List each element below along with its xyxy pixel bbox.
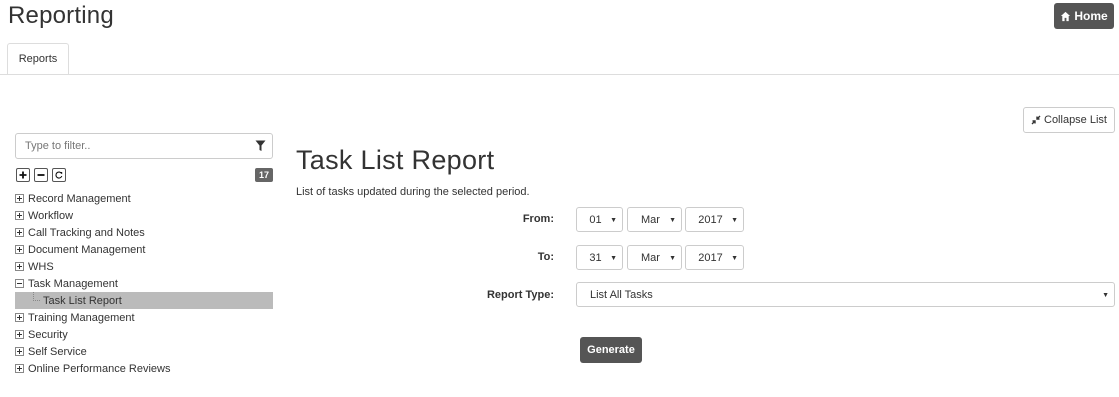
tree-item-label: Training Management (28, 311, 135, 324)
expand-icon[interactable] (15, 313, 24, 322)
to-day-value: 31 (589, 251, 602, 264)
expand-all-button[interactable] (16, 168, 30, 182)
expand-icon[interactable] (15, 228, 24, 237)
caret-down-icon: ▼ (610, 255, 617, 262)
collapse-all-button[interactable] (34, 168, 48, 182)
to-year-select[interactable]: 2017 ▼ (685, 245, 744, 270)
report-title: Task List Report (296, 145, 495, 175)
tree-item-label: Security (28, 328, 68, 341)
tree-item-label: WHS (28, 260, 54, 273)
generate-button-label: Generate (587, 344, 635, 356)
plus-icon (19, 171, 27, 179)
collapse-icon[interactable] (15, 279, 24, 288)
filter-input[interactable] (16, 134, 246, 158)
caret-down-icon: ▼ (731, 255, 738, 262)
expand-icon[interactable] (15, 211, 24, 220)
tree-item-label: Task List Report (43, 294, 122, 307)
page-title: Reporting (8, 2, 114, 29)
caret-down-icon: ▼ (669, 255, 676, 262)
tree-item-task-management[interactable]: Task Management (15, 275, 273, 292)
tree-item-security[interactable]: Security (15, 326, 273, 343)
tree-item-label: Task Management (28, 277, 118, 290)
tree-item-label: Call Tracking and Notes (28, 226, 145, 239)
expand-icon[interactable] (15, 262, 24, 271)
tree-item-label: Self Service (28, 345, 87, 358)
tree-item-training-management[interactable]: Training Management (15, 309, 273, 326)
tree-item-label: Workflow (28, 209, 74, 222)
report-description: List of tasks updated during the selecte… (296, 186, 530, 198)
tree-item-record-management[interactable]: Record Management (15, 190, 273, 207)
expand-icon[interactable] (15, 330, 24, 339)
compress-icon (1031, 115, 1041, 125)
tree-item-label: Online Performance Reviews (28, 362, 171, 375)
from-label: From: (522, 213, 554, 225)
report-type-value: List All Tasks (590, 288, 653, 301)
refresh-button[interactable] (52, 168, 66, 182)
item-count-badge: 17 (255, 168, 273, 182)
expand-icon[interactable] (15, 364, 24, 373)
to-label: To: (537, 251, 554, 263)
tree-item-self-service[interactable]: Self Service (15, 343, 273, 360)
from-day-value: 01 (589, 213, 602, 226)
from-month-select[interactable]: Mar ▼ (627, 207, 682, 232)
filter-icon[interactable] (255, 140, 266, 152)
tab-reports[interactable]: Reports (7, 43, 69, 75)
from-month-value: Mar (641, 213, 660, 226)
refresh-icon (55, 171, 63, 179)
tree-item-task-list-report[interactable]: Task List Report (15, 292, 273, 309)
tree-item-online-performance-reviews[interactable]: Online Performance Reviews (15, 360, 273, 377)
expand-icon[interactable] (15, 194, 24, 203)
tabs-divider (0, 74, 1119, 75)
home-button-label: Home (1074, 9, 1108, 23)
tree-connector (33, 292, 40, 301)
report-type-label: Report Type: (486, 289, 554, 301)
from-day-select[interactable]: 01 ▼ (576, 207, 623, 232)
caret-down-icon: ▼ (1102, 292, 1109, 299)
to-day-select[interactable]: 31 ▼ (576, 245, 623, 270)
tree-toolbar (16, 168, 66, 182)
tree-item-whs[interactable]: WHS (15, 258, 273, 275)
from-year-select[interactable]: 2017 ▼ (685, 207, 744, 232)
filter-field[interactable] (15, 133, 273, 159)
report-tree: Record Management Workflow Call Tracking… (15, 190, 273, 377)
minus-icon (37, 174, 45, 176)
home-button[interactable]: Home (1054, 3, 1114, 29)
tab-reports-label: Reports (18, 53, 58, 65)
caret-down-icon: ▼ (610, 217, 617, 224)
tree-item-label: Record Management (28, 192, 131, 205)
from-year-value: 2017 (698, 213, 723, 226)
report-type-select[interactable]: List All Tasks ▼ (576, 282, 1115, 307)
expand-icon[interactable] (15, 245, 24, 254)
caret-down-icon: ▼ (731, 217, 738, 224)
to-month-value: Mar (641, 251, 660, 264)
tree-item-call-tracking[interactable]: Call Tracking and Notes (15, 224, 273, 241)
generate-button[interactable]: Generate (580, 337, 642, 363)
collapse-list-button[interactable]: Collapse List (1023, 107, 1115, 133)
collapse-list-label: Collapse List (1044, 114, 1107, 126)
to-year-value: 2017 (698, 251, 723, 264)
expand-icon[interactable] (15, 347, 24, 356)
to-month-select[interactable]: Mar ▼ (627, 245, 682, 270)
home-icon (1061, 11, 1071, 21)
caret-down-icon: ▼ (669, 217, 676, 224)
tree-item-label: Document Management (28, 243, 146, 256)
tree-item-workflow[interactable]: Workflow (15, 207, 273, 224)
tree-item-document-management[interactable]: Document Management (15, 241, 273, 258)
